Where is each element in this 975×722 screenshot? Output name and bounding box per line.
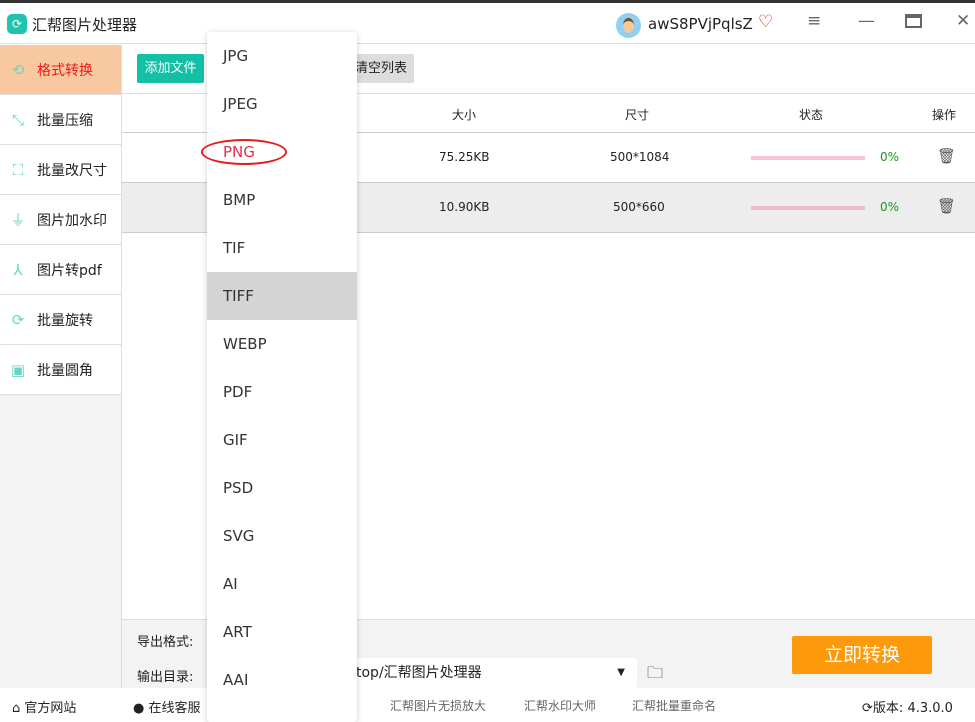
pdf-icon: ⅄	[13, 260, 23, 279]
format-option[interactable]: ART	[207, 608, 357, 656]
add-file-button[interactable]: 添加文件	[137, 54, 204, 83]
output-dir-value: top/汇帮图片处理器	[356, 665, 482, 681]
output-dir-select[interactable]: top/汇帮图片处理器 ▼	[347, 658, 637, 688]
sidebar-item-label: 批量压缩	[37, 112, 93, 129]
refresh-icon: ⟳	[862, 701, 873, 716]
app-title: 汇帮图片处理器	[32, 16, 138, 34]
online-service-label: 在线客服	[148, 701, 201, 716]
version-label: 版本:	[872, 701, 904, 716]
file-size: 10.90KB	[439, 200, 490, 214]
sidebar-item-resize[interactable]: ⛶ 批量改尺寸	[0, 145, 121, 195]
file-dims: 500*1084	[610, 150, 670, 164]
format-option[interactable]: GIF	[207, 416, 357, 464]
vip-diamond-icon[interactable]: ♡	[758, 12, 773, 32]
file-size: 75.25KB	[439, 150, 490, 164]
rotate-icon: ⟳	[11, 310, 25, 329]
folder-icon[interactable]: 🗀	[647, 662, 663, 689]
sidebar-item-round-corner[interactable]: ▣ 批量圆角	[0, 345, 121, 395]
clear-list-button[interactable]: 清空列表	[348, 54, 414, 83]
home-icon: ⌂	[12, 701, 21, 716]
image-icon: ▣	[10, 360, 26, 379]
progress-percent: 0%	[880, 200, 900, 214]
title-bar: ⟳ 汇帮图片处理器 awS8PVjPqlsZ ♡ ≡ — ✕	[0, 3, 975, 44]
sidebar-item-format-convert[interactable]: ⟲ 格式转换	[0, 45, 121, 95]
format-label: 导出格式:	[137, 635, 194, 650]
format-option[interactable]: TIF	[207, 224, 357, 272]
footer-link[interactable]: 汇帮图片无损放大	[390, 697, 486, 714]
user-icon: ●	[133, 701, 145, 716]
official-site-label: 官方网站	[24, 701, 77, 716]
minimize-icon[interactable]: —	[858, 11, 875, 31]
progress-bar	[751, 156, 865, 160]
footer-link[interactable]: 汇帮批量重命名	[632, 697, 716, 714]
format-option[interactable]: AAI	[207, 656, 357, 704]
format-option[interactable]: JPEG	[207, 80, 357, 128]
sidebar-item-to-pdf[interactable]: ⅄ 图片转pdf	[0, 245, 121, 295]
convert-now-button[interactable]: 立即转换	[792, 636, 932, 674]
online-service-link[interactable]: ● 在线客服	[133, 697, 201, 716]
delete-icon[interactable]: 🗑	[937, 147, 956, 165]
menu-icon[interactable]: ≡	[807, 11, 821, 31]
maximize-icon[interactable]	[905, 14, 922, 28]
avatar[interactable]	[616, 13, 641, 38]
format-option-hovered[interactable]: TIFF	[207, 272, 357, 320]
format-option[interactable]: AI	[207, 560, 357, 608]
header-status: 状态	[799, 108, 824, 122]
footer: ⌂ 官方网站 ● 在线客服 汇帮图片无损放大 汇帮水印大师 汇帮批量重命名 ⟳版…	[0, 688, 975, 716]
header-dims: 尺寸	[625, 108, 650, 122]
header-size: 大小	[452, 108, 477, 122]
resize-icon: ⛶	[12, 160, 24, 179]
username[interactable]: awS8PVjPqlsZ	[648, 15, 753, 33]
convert-icon: ⟲	[11, 60, 25, 79]
dir-label: 输出目录:	[137, 670, 194, 685]
official-site-link[interactable]: ⌂ 官方网站	[12, 697, 76, 716]
format-option-selected[interactable]: PNG	[201, 128, 357, 176]
footer-link[interactable]: 汇帮水印大师	[524, 697, 596, 714]
version-number: 4.3.0.0	[907, 701, 953, 716]
compress-icon: ⤡	[11, 110, 24, 129]
sidebar-item-compress[interactable]: ⤡ 批量压缩	[0, 95, 121, 145]
sidebar-item-rotate[interactable]: ⟳ 批量旋转	[0, 295, 121, 345]
header-action: 操作	[932, 108, 957, 122]
sidebar-item-watermark[interactable]: ⏚ 图片加水印	[0, 195, 121, 245]
sidebar-item-label: 图片加水印	[37, 212, 107, 229]
format-option[interactable]: WEBP	[207, 320, 357, 368]
sidebar: ⟲ 格式转换 ⤡ 批量压缩 ⛶ 批量改尺寸 ⏚ 图片加水印 ⅄ 图片转pdf ⟳ 批量旋转 …	[0, 45, 122, 688]
highlight-ellipse	[201, 139, 287, 165]
format-dropdown[interactable]: JPG JPEG PNG BMP TIF TIFF WEBP PDF GIF P…	[201, 32, 357, 722]
close-icon[interactable]: ✕	[956, 11, 970, 31]
sidebar-item-label: 图片转pdf	[37, 262, 102, 279]
version-info: ⟳版本: 4.3.0.0	[862, 697, 953, 716]
format-option[interactable]: SVG	[207, 512, 357, 560]
delete-icon[interactable]: 🗑	[937, 197, 956, 215]
file-dims: 500*660	[613, 200, 665, 214]
watermark-icon: ⏚	[10, 211, 26, 229]
sidebar-item-label: 批量改尺寸	[37, 162, 107, 179]
format-option[interactable]: PSD	[207, 464, 357, 512]
sidebar-item-label: 批量圆角	[37, 362, 93, 379]
app-logo-icon: ⟳	[7, 14, 27, 34]
chevron-down-icon: ▼	[617, 667, 625, 678]
progress-percent: 0%	[880, 150, 900, 164]
format-option[interactable]: JPG	[207, 32, 357, 80]
format-option[interactable]: BMP	[207, 176, 357, 224]
sidebar-item-label: 批量旋转	[37, 312, 93, 329]
sidebar-item-label: 格式转换	[37, 62, 93, 79]
format-option[interactable]: PDF	[207, 368, 357, 416]
progress-bar	[751, 206, 865, 210]
